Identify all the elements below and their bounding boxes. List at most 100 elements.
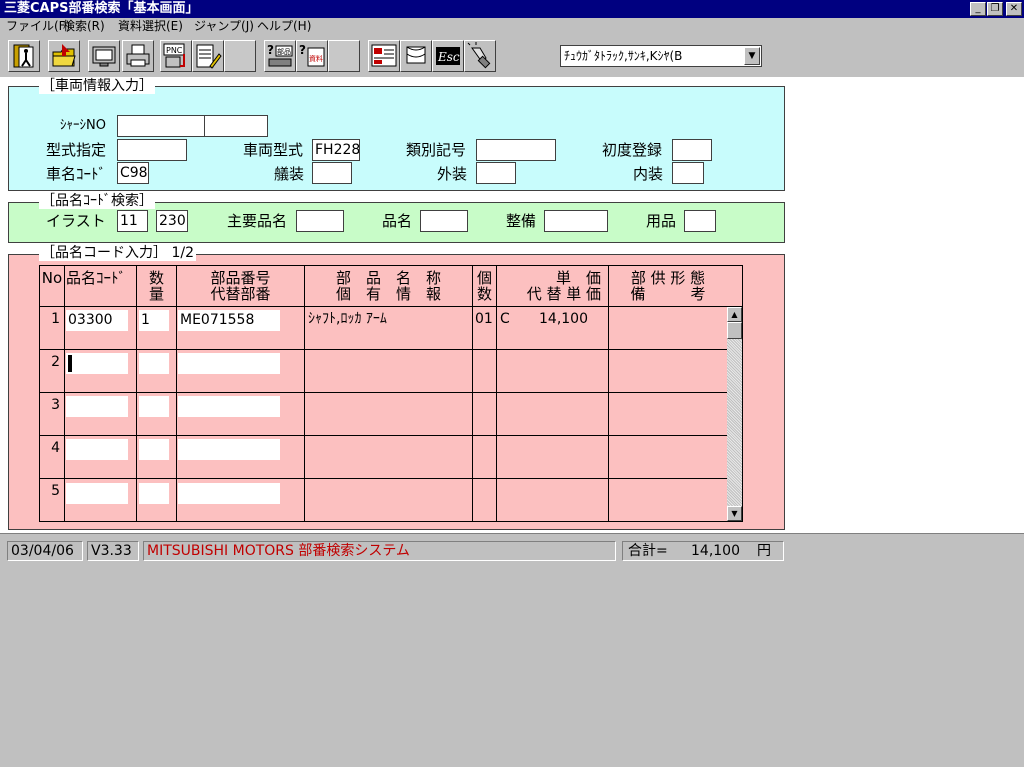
grid-row-line [39, 349, 727, 350]
part-name-label: 品名 [382, 212, 413, 230]
menu-help[interactable]: ヘルプ(H) [257, 19, 311, 34]
row-4-qty[interactable] [139, 439, 169, 460]
scroll-down-button[interactable]: ▼ [727, 506, 742, 521]
pnc-button[interactable]: PNC [160, 40, 192, 72]
col-header-no: No [41, 269, 63, 287]
part-name-field[interactable] [420, 210, 468, 232]
print-button[interactable] [122, 40, 154, 72]
row-3-part-number[interactable] [178, 396, 280, 417]
row-5-no: 5 [51, 483, 60, 499]
status-total: 合計= 14,100 円 [622, 541, 784, 561]
display-button[interactable] [88, 40, 120, 72]
row-2-part-number[interactable] [178, 353, 280, 374]
vehicle-model-field[interactable]: FH228 [312, 139, 360, 161]
menu-file[interactable]: ファイル(F) [6, 19, 70, 34]
chassis-no-label: ｼｬｰｼNO [60, 118, 106, 133]
grid-col-line [472, 265, 473, 522]
category-code-label: 類別記号 [406, 141, 467, 159]
row-1-price-code: C [500, 311, 510, 327]
exit-button[interactable] [8, 40, 40, 72]
row-2-qty[interactable] [139, 353, 169, 374]
row-5-qty[interactable] [139, 483, 169, 504]
row-1-part-code[interactable]: 03300 [66, 310, 128, 331]
dropdown-arrow-icon[interactable]: ▼ [744, 47, 760, 65]
status-system-name: MITSUBISHI MOTORS 部番検索システム [143, 541, 616, 561]
row-1-count: 01 [475, 311, 493, 327]
grid-col-line [608, 265, 609, 522]
edit-document-button[interactable] [192, 40, 224, 72]
part-code-search-legend: ［品名ｺｰﾄﾞ検索］ [39, 193, 155, 209]
grid-scrollbar[interactable] [727, 307, 742, 521]
model-spec-field[interactable] [117, 139, 187, 161]
main-part-field[interactable] [296, 210, 344, 232]
vehicle-model-label: 車両型式 [243, 141, 304, 159]
help-material-button[interactable]: ? 資料 [296, 40, 328, 72]
grid-col-line [176, 265, 177, 522]
interior-field[interactable] [672, 162, 704, 184]
row-4-part-code[interactable] [66, 439, 128, 460]
row-3-qty[interactable] [139, 396, 169, 417]
close-button[interactable]: ✕ [1006, 2, 1022, 16]
row-4-part-number[interactable] [178, 439, 280, 460]
illust-field-2[interactable]: 230 [156, 210, 188, 232]
row-4-no: 4 [51, 440, 60, 456]
material-label: 資料 [309, 54, 323, 63]
title-bar: 三菱CAPS部番検索「基本画面」 _ ❐ ✕ [0, 0, 1024, 18]
grid-row-line [39, 478, 727, 479]
row-3-part-code[interactable] [66, 396, 128, 417]
vehicle-info-legend: ［車両情報入力］ [39, 78, 155, 94]
layout-button[interactable] [368, 40, 400, 72]
body-field[interactable] [312, 162, 352, 184]
help-catalog-button[interactable]: ? 部品 [264, 40, 296, 72]
illust-label: イラスト [46, 212, 106, 230]
flashlight-button[interactable] [464, 40, 496, 72]
row-1-part-number[interactable]: ME071558 [178, 310, 280, 331]
blank-toolbar-button-1[interactable] [224, 40, 256, 72]
grid-col-line [136, 265, 137, 522]
blank-toolbar-button-2[interactable] [328, 40, 360, 72]
row-1-price: 14,100 [539, 311, 588, 327]
grid-row-line [39, 306, 743, 307]
open-button[interactable] [48, 40, 80, 72]
total-currency: 円 [757, 543, 771, 559]
col-header-count-2: 数 [476, 285, 492, 303]
category-code-field[interactable] [476, 139, 556, 161]
grid-col-line [64, 265, 65, 522]
col-header-count-1: 個 [476, 269, 492, 287]
maintenance-field[interactable] [544, 210, 608, 232]
flag-button[interactable] [400, 40, 432, 72]
scroll-up-button[interactable]: ▲ [727, 307, 742, 322]
flag-icon [406, 46, 426, 64]
row-1-qty[interactable]: 1 [139, 310, 169, 331]
esc-button[interactable]: Esc [432, 40, 464, 72]
col-header-part-name: 部 品 名 称 [335, 269, 441, 287]
vehicle-model-select-value: ﾁｭｳｶﾞﾀﾄﾗｯｸ,ｻﾝｷ,Kｼﾔ(B [564, 49, 683, 63]
window-title: 三菱CAPS部番検索「基本画面」 [4, 1, 199, 16]
row-5-part-number[interactable] [178, 483, 280, 504]
menu-search[interactable]: 検索(R) [63, 19, 105, 34]
supplies-field[interactable] [684, 210, 716, 232]
chassis-no-field-1[interactable] [117, 115, 205, 137]
col-header-part-number: 部品番号 [210, 269, 271, 287]
row-5-part-code[interactable] [66, 483, 128, 504]
chassis-no-field-2[interactable] [204, 115, 268, 137]
scroll-thumb[interactable] [727, 322, 742, 339]
first-registration-field[interactable] [672, 139, 712, 161]
row-2-part-code[interactable] [66, 353, 128, 374]
menu-bar: ファイル(F) 検索(R) 資料選択(E) ジャンプ(J) ヘルプ(H) [0, 18, 1024, 35]
esc-icon: Esc [436, 47, 460, 65]
menu-material-select[interactable]: 資料選択(E) [118, 19, 183, 34]
vehicle-model-select[interactable]: ﾁｭｳｶﾞﾀﾄﾗｯｸ,ｻﾝｷ,Kｼﾔ(B ▼ [560, 45, 762, 67]
printer-icon [126, 44, 150, 67]
illust-field-1[interactable]: 11 [117, 210, 148, 232]
open-folder-icon [52, 44, 76, 67]
model-spec-label: 型式指定 [46, 141, 107, 159]
menu-jump[interactable]: ジャンプ(J) [194, 19, 254, 34]
restore-button[interactable]: ❐ [987, 2, 1003, 16]
main-part-label: 主要品名 [227, 212, 288, 230]
vehicle-code-field[interactable]: C98 [117, 162, 149, 184]
svg-text:?: ? [267, 43, 274, 57]
minimize-button[interactable]: _ [970, 2, 986, 16]
exterior-field[interactable] [476, 162, 516, 184]
col-header-supply-form: 部 供 形 態 [630, 269, 706, 287]
